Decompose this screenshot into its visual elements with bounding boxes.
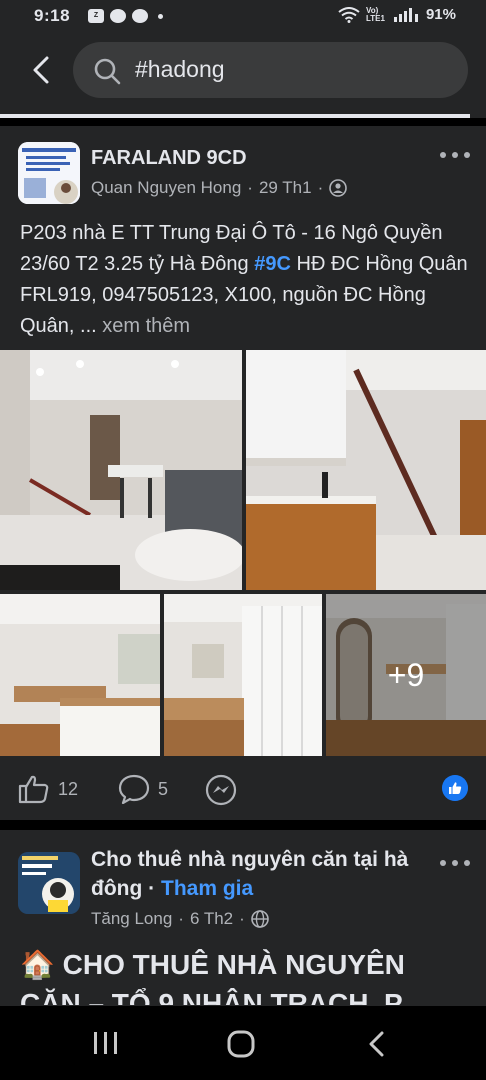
join-group-button[interactable]: Tham gia [161,877,253,900]
comment-icon [118,774,150,804]
status-right: Vo) LTE1 91% [338,6,456,23]
like-icon [18,775,49,804]
meta-separator: · [317,178,324,197]
post-group-name: Cho thuê nhà nguyên căn tại hà đông · Th… [91,845,421,903]
search-icon [94,58,121,85]
search-header: #hadong [0,36,486,120]
meta-separator: · [178,909,184,928]
post-group-name[interactable]: FARALAND 9CD [91,144,247,172]
post-photo[interactable] [246,350,486,590]
status-time: 9:18 [34,6,71,25]
post-photo[interactable] [0,350,242,590]
comment-count: 5 [158,778,169,799]
notification-icons: Z [88,9,163,23]
back-icon[interactable] [26,54,58,86]
feed-separator [0,118,486,126]
members-audience-icon [329,179,348,197]
see-more-link[interactable]: xem thêm [102,315,190,337]
post-author[interactable]: Tăng Long [91,909,172,929]
post-date[interactable]: 6 Th2 [190,909,233,929]
post-text: P203 nhà E TT Trung Đại Ô Tô - 16 Ngô Qu… [20,218,470,342]
like-reaction-badge-icon[interactable] [442,775,468,801]
post-date[interactable]: 29 Th1 [259,178,312,198]
feed-separator [0,820,486,830]
more-notifications-icon [158,13,163,19]
search-input[interactable]: #hadong [73,42,468,98]
meta-separator: · [247,178,253,197]
send-button[interactable] [205,774,237,806]
post-photo[interactable] [0,594,160,756]
more-icon[interactable] [440,148,470,162]
messenger-notification-icon [110,9,126,23]
like-count: 12 [58,778,79,799]
post-author[interactable]: Quan Nguyen Hong [91,178,241,198]
group-avatar[interactable] [18,852,80,914]
post-meta: Quan Nguyen Hong · 29 Th1 · [91,178,348,198]
group-logo [18,852,80,914]
wifi-icon [338,6,360,23]
zalo-icon: Z [88,9,104,23]
meta-separator: · [239,909,245,928]
post-actions: 12 5 [0,758,486,820]
hashtag-link[interactable]: #9C [254,253,291,275]
globe-icon [251,910,269,928]
status-bar: 9:18 Z Vo) LTE1 91% [0,0,486,36]
group-logo [18,142,80,204]
more-icon[interactable] [440,856,470,870]
system-nav-bar [0,1006,486,1080]
comment-button[interactable]: 5 [118,774,168,804]
network-label: Vo) LTE1 [365,5,385,23]
search-query: #hadong [135,56,225,82]
home-icon[interactable] [226,1030,256,1058]
like-button[interactable]: 12 [18,774,78,804]
battery-level: 91% [425,6,456,23]
post-text: 🏠 CHO THUÊ NHÀ NGUYÊN CĂN – TỔ 9 NHÂN TR… [20,949,405,1005]
meta-separator: · [148,877,156,900]
more-photos-overlay[interactable]: +9 [326,594,486,756]
back-nav-icon[interactable] [366,1030,388,1058]
recent-apps-icon[interactable] [92,1030,120,1056]
facebook-notification-icon [132,9,148,23]
group-avatar[interactable] [18,142,80,204]
post-meta: Tăng Long · 6 Th2 · [91,909,269,929]
signal-icon [393,7,418,22]
post-photo[interactable] [164,594,322,756]
messenger-icon [205,774,237,806]
